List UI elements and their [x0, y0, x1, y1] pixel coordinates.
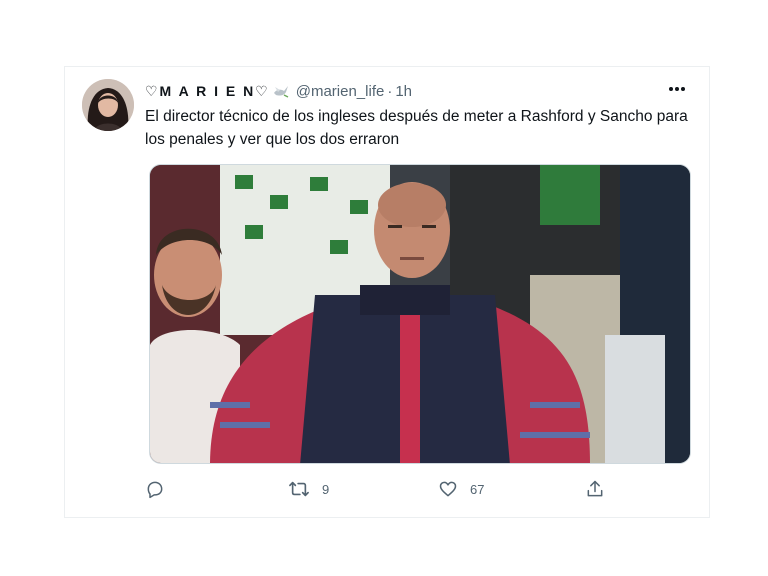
- share-icon: [585, 479, 605, 499]
- share-button[interactable]: [585, 477, 605, 501]
- tweet-photo[interactable]: [149, 164, 691, 464]
- avatar[interactable]: [82, 79, 134, 131]
- tweet-time[interactable]: 1h: [395, 83, 412, 100]
- user-handle[interactable]: @marien_life: [296, 83, 385, 100]
- like-count: 67: [470, 481, 485, 497]
- separator-dot: ·: [387, 82, 393, 100]
- retweet-button[interactable]: 9: [288, 477, 329, 501]
- tweet-actions: 9 67: [145, 477, 605, 501]
- tweet-header: ♡M A R I E N♡ @marien_life · 1h: [145, 81, 412, 101]
- retweet-icon: [288, 479, 310, 499]
- reply-button[interactable]: [145, 477, 165, 501]
- retweet-count: 9: [322, 481, 330, 497]
- reply-icon: [145, 479, 165, 499]
- tweet-text: El director técnico de los ingleses desp…: [145, 108, 688, 148]
- heart-icon: [438, 479, 458, 499]
- like-button[interactable]: 67: [438, 477, 484, 501]
- more-horizontal-icon[interactable]: [665, 79, 689, 99]
- tweet-card[interactable]: ♡M A R I E N♡ @marien_life · 1h El direc…: [64, 66, 710, 518]
- dove-icon: [272, 83, 290, 99]
- display-name[interactable]: ♡M A R I E N♡: [145, 83, 270, 100]
